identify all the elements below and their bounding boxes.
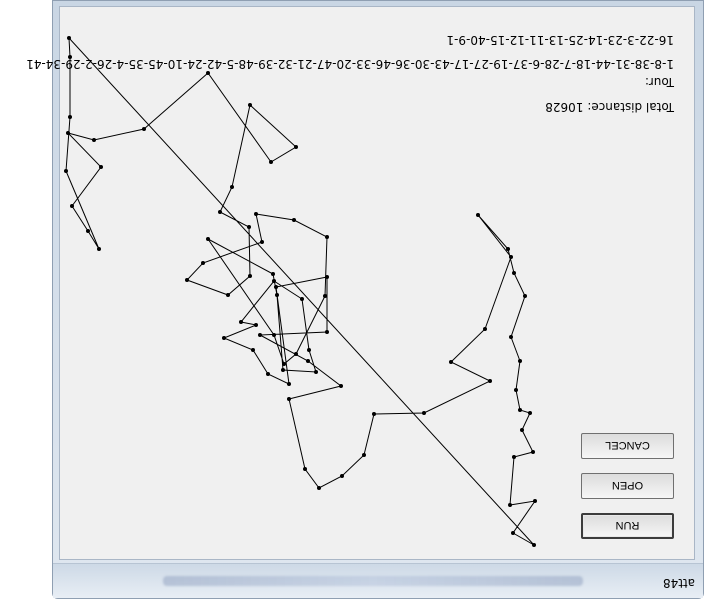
city-node bbox=[272, 333, 276, 337]
total-distance: Total distance: 10628 bbox=[545, 100, 674, 114]
city-node bbox=[274, 285, 278, 289]
city-node bbox=[372, 412, 376, 416]
city-node bbox=[300, 297, 304, 301]
city-node bbox=[325, 330, 329, 334]
city-node bbox=[258, 333, 262, 337]
city-node bbox=[222, 336, 226, 340]
city-node bbox=[64, 169, 68, 173]
city-node bbox=[531, 450, 535, 454]
city-node bbox=[271, 272, 275, 276]
city-node bbox=[92, 138, 96, 142]
city-node bbox=[70, 204, 74, 208]
city-node bbox=[272, 279, 276, 283]
city-node bbox=[99, 165, 103, 169]
city-node bbox=[518, 359, 522, 363]
city-node bbox=[523, 294, 527, 298]
city-node bbox=[239, 320, 243, 324]
city-node bbox=[292, 218, 296, 222]
city-node bbox=[287, 382, 291, 386]
tour-path bbox=[65, 36, 537, 546]
city-node bbox=[508, 503, 512, 507]
taskbar-blur bbox=[163, 576, 583, 586]
tour-sequence-line-1: 1-8-38-31-44-18-7-28-6-37-19-27-17-43-30… bbox=[26, 57, 674, 71]
city-node bbox=[325, 275, 329, 279]
city-node bbox=[323, 294, 327, 298]
tour-label: Tour: bbox=[644, 75, 674, 89]
city-node bbox=[230, 185, 234, 189]
city-node bbox=[260, 240, 264, 244]
city-node bbox=[254, 212, 258, 216]
city-node bbox=[314, 370, 318, 374]
city-node bbox=[218, 210, 222, 214]
city-node bbox=[294, 145, 298, 149]
city-node bbox=[248, 103, 252, 107]
tour-sequence-line-2: 16-22-3-23-14-25-13-11-12-15-40-9-1 bbox=[446, 33, 674, 47]
city-node bbox=[317, 486, 321, 490]
city-node bbox=[520, 428, 524, 432]
city-node bbox=[67, 36, 71, 40]
city-node bbox=[422, 411, 426, 415]
city-node bbox=[483, 327, 487, 331]
total-distance-value: 10628 bbox=[545, 100, 584, 114]
city-node bbox=[506, 247, 510, 251]
city-node bbox=[185, 278, 189, 282]
city-node bbox=[509, 335, 513, 339]
city-node bbox=[518, 408, 522, 412]
title-bar[interactable]: att48 bbox=[53, 563, 703, 598]
tour-plot bbox=[64, 36, 537, 547]
city-node bbox=[266, 372, 270, 376]
city-node bbox=[306, 359, 310, 363]
total-distance-label: Total distance: bbox=[587, 100, 674, 114]
application-window: att48 RUN OPEN CANCEL Total distance: 10… bbox=[26, 0, 704, 599]
city-node bbox=[247, 225, 251, 229]
city-node bbox=[282, 362, 286, 366]
city-node bbox=[287, 397, 291, 401]
city-node bbox=[509, 255, 513, 259]
city-node bbox=[325, 235, 329, 239]
city-node bbox=[488, 379, 492, 383]
city-node bbox=[206, 237, 210, 241]
city-node bbox=[512, 455, 516, 459]
city-node bbox=[201, 261, 205, 265]
city-node bbox=[362, 453, 366, 457]
city-node bbox=[511, 531, 515, 535]
city-node bbox=[294, 352, 298, 356]
city-node bbox=[86, 229, 90, 233]
city-node bbox=[528, 411, 532, 415]
city-node bbox=[281, 368, 285, 372]
city-node bbox=[251, 348, 255, 352]
city-node bbox=[512, 271, 516, 275]
city-node bbox=[476, 213, 480, 217]
city-node bbox=[275, 293, 279, 297]
city-node bbox=[533, 499, 537, 503]
city-node bbox=[97, 247, 101, 251]
city-node bbox=[532, 543, 536, 547]
city-node bbox=[303, 467, 307, 471]
city-node bbox=[142, 127, 146, 131]
window-title: att48 bbox=[662, 576, 695, 590]
city-node bbox=[339, 384, 343, 388]
city-node bbox=[269, 160, 273, 164]
client-area: RUN OPEN CANCEL Total distance: 10628 To… bbox=[26, 6, 695, 560]
city-node bbox=[66, 131, 70, 135]
city-node bbox=[514, 388, 518, 392]
city-node bbox=[449, 360, 453, 364]
city-node bbox=[254, 323, 258, 327]
city-node bbox=[307, 348, 311, 352]
city-node bbox=[206, 71, 210, 75]
city-node bbox=[226, 293, 230, 297]
city-node bbox=[68, 115, 72, 119]
city-node bbox=[248, 274, 252, 278]
city-node bbox=[340, 474, 344, 478]
